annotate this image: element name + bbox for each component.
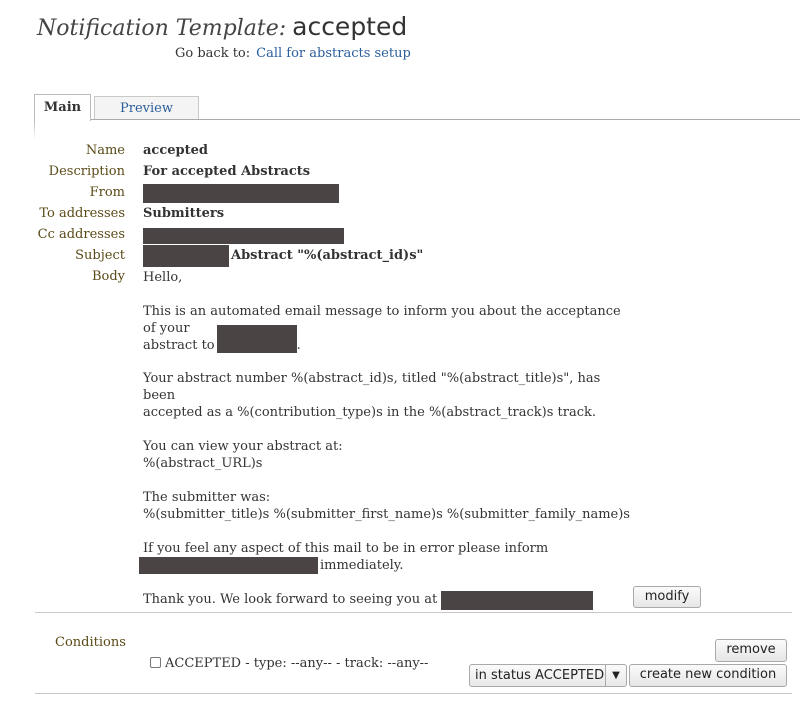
modify-button[interactable]: modify [633,586,701,608]
breadcrumb: Go back to: Call for abstracts setup [175,46,411,61]
tab-preview[interactable]: Preview [94,96,199,119]
body-line: accepted as a %(contribution_type)s in t… [143,405,597,420]
subject-label: Subject [75,248,125,263]
body-line: immediately. [139,557,630,574]
goback-link[interactable]: Call for abstracts setup [256,46,411,61]
redaction-block [143,228,344,244]
redaction-block [143,245,229,267]
body-line: The submitter was: [143,490,271,505]
cc-label: Cc addresses [37,227,125,242]
redaction-block [216,325,297,353]
create-condition-button[interactable]: create new condition [629,664,787,687]
body-line: %(submitter_title)s %(submitter_first_na… [143,507,630,522]
description-label: Description [48,164,125,179]
tab-divider [34,119,800,120]
body-line: You can view your abstract at: [143,439,343,454]
from-value [143,184,339,203]
redaction-block [143,184,339,203]
conditions-label: Conditions [55,635,126,650]
status-select[interactable]: in status ACCEPTED ▼ [469,664,627,687]
tab-panel-edge [34,120,35,140]
description-value: For accepted Abstracts [143,164,311,179]
body-line: %(abstract_URL)s [143,456,263,471]
subject-value: Abstract "%(abstract_id)s" [143,245,423,267]
redaction-block [139,557,318,574]
email-body: Hello, This is an automated email messag… [139,269,630,610]
cc-value [143,228,344,244]
body-label: Body [91,269,125,284]
condition-text: ACCEPTED - type: --any-- - track: --any-… [165,656,429,671]
name-label: Name [85,143,125,158]
from-label: From [89,185,125,200]
body-line: This is an automated email message to in… [143,304,621,319]
chevron-down-icon: ▼ [605,665,626,686]
remove-button[interactable]: remove [715,639,787,662]
template-name: accepted [292,12,408,41]
body-line: Thank you. We look forward to seeing you… [143,591,630,610]
condition-item: ACCEPTED - type: --any-- - track: --any-… [150,656,428,671]
tab-main[interactable]: Main [34,94,91,121]
body-line: been [143,388,176,403]
page-title-label: Notification Template: [37,16,287,41]
page-title: Notification Template: accepted [37,12,407,41]
condition-checkbox[interactable] [150,657,161,668]
divider [35,693,792,694]
name-value: accepted [143,143,208,158]
body-line: Hello, [143,270,183,285]
divider [35,612,792,613]
redaction-block [441,591,594,610]
body-line: abstract to. [143,325,630,354]
body-line: Your abstract number %(abstract_id)s, ti… [143,371,601,386]
to-label: To addresses [39,206,125,221]
goback-label: Go back to: [175,46,251,61]
body-line: If you feel any aspect of this mail to b… [143,541,549,556]
to-value: Submitters [143,206,225,221]
status-select-value: in status ACCEPTED [475,668,605,683]
